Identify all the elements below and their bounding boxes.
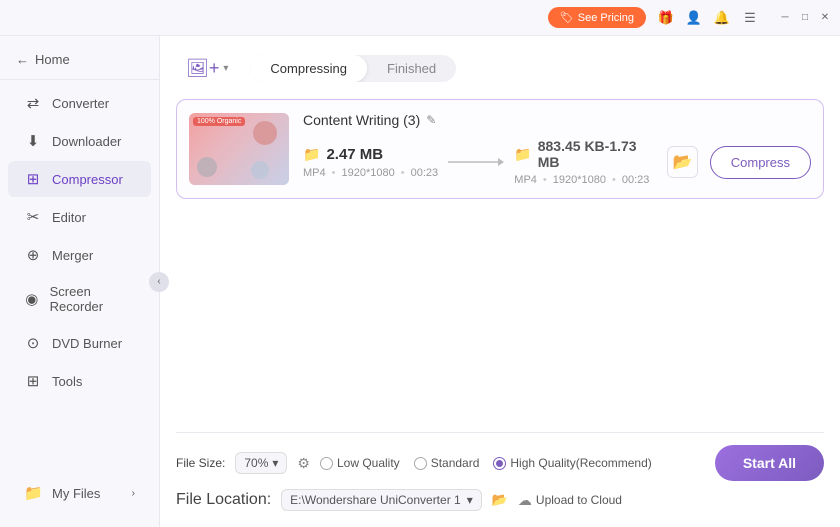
- output-size-block: 📁 883.45 KB-1.73 MB MP4 • 1920*1080 • 00…: [514, 138, 655, 186]
- output-folder-icon: 📁: [514, 146, 531, 163]
- start-all-button[interactable]: Start All: [715, 445, 824, 481]
- user-icon[interactable]: 👤: [686, 10, 702, 26]
- source-size-block: 📁 2.47 MB MP4 • 1920*1080 • 00:23: [303, 146, 438, 179]
- titlebar: 🏷 See Pricing 🎁 👤 🔔 ☰ ─ □ ✕: [0, 0, 840, 36]
- output-format: MP4: [514, 174, 537, 186]
- open-output-folder-button[interactable]: 📂: [667, 146, 698, 178]
- sidebar-collapse-button[interactable]: ‹: [149, 272, 169, 292]
- see-pricing-button[interactable]: 🏷 See Pricing: [548, 7, 646, 28]
- editor-icon: ✂: [24, 208, 42, 226]
- tools-icon: ⊞: [24, 372, 42, 390]
- tab-finished[interactable]: Finished: [367, 55, 456, 82]
- source-size: 📁 2.47 MB: [303, 146, 438, 163]
- output-duration: 00:23: [622, 174, 650, 186]
- arrow-divider: [438, 152, 514, 172]
- browse-location-icon[interactable]: 📂: [492, 492, 508, 508]
- sidebar-back-home[interactable]: ← Home: [0, 44, 159, 75]
- sidebar-item-merger[interactable]: ⊕ Merger: [8, 237, 151, 273]
- quality-options: Low Quality Standard High Quality(Recomm…: [320, 456, 652, 470]
- file-location-input[interactable]: E:\Wondershare UniConverter 1 ▾: [281, 489, 482, 511]
- sidebar-item-my-files[interactable]: 📁 My Files ›: [8, 475, 151, 511]
- content-spacer: [176, 199, 824, 432]
- source-meta: MP4 • 1920*1080 • 00:23: [303, 167, 438, 179]
- sidebar-item-downloader[interactable]: ⬇ Downloader: [8, 123, 151, 159]
- content-header: 🖼+ ▾ Compressing Finished: [176, 52, 824, 85]
- file-thumbnail: 100% Organic: [189, 113, 289, 185]
- bottom-bar: File Size: 70% ▾ ⚙ Low Quality Standard: [176, 432, 824, 511]
- bottom-row-quality: File Size: 70% ▾ ⚙ Low Quality Standard: [176, 445, 824, 481]
- file-title: Content Writing (3) ✎: [303, 112, 811, 128]
- gift-icon[interactable]: 🎁: [658, 10, 674, 26]
- compress-row: 📁 2.47 MB MP4 • 1920*1080 • 00:23: [303, 138, 811, 186]
- output-meta: MP4 • 1920*1080 • 00:23: [514, 174, 655, 186]
- radio-dot-high: [496, 460, 503, 467]
- radio-standard[interactable]: [414, 457, 427, 470]
- file-card: 100% Organic Content Writing (3) ✎ 📁: [176, 99, 824, 199]
- quality-option-high[interactable]: High Quality(Recommend): [493, 456, 651, 470]
- compress-button[interactable]: Compress: [710, 146, 811, 179]
- thumbnail-image: 100% Organic: [189, 113, 289, 185]
- add-btn-chevron: ▾: [223, 63, 228, 74]
- quality-option-low[interactable]: Low Quality: [320, 456, 400, 470]
- tab-compressing[interactable]: Compressing: [250, 55, 367, 82]
- compressor-icon: ⊞: [24, 170, 42, 188]
- sidebar-item-tools[interactable]: ⊞ Tools: [8, 363, 151, 399]
- minimize-button[interactable]: ─: [778, 11, 792, 25]
- output-resolution: 1920*1080: [553, 174, 606, 186]
- tab-switcher: Compressing Finished: [250, 55, 456, 82]
- add-icon: 🖼+: [186, 58, 219, 79]
- add-files-button[interactable]: 🖼+ ▾: [176, 52, 238, 85]
- quality-option-standard[interactable]: Standard: [414, 456, 480, 470]
- upload-cloud-button[interactable]: ☁ Upload to Cloud: [518, 492, 622, 509]
- sidebar-item-compressor[interactable]: ⊞ Compressor: [8, 161, 151, 197]
- source-resolution: 1920*1080: [341, 167, 394, 179]
- my-files-icon: 📁: [24, 484, 42, 502]
- cloud-icon: ☁: [518, 492, 532, 509]
- location-dropdown-icon: ▾: [467, 493, 473, 507]
- menu-icon[interactable]: ☰: [742, 10, 758, 26]
- thumbnail-label: 100% Organic: [193, 117, 245, 126]
- settings-icon[interactable]: ⚙: [297, 455, 310, 472]
- converter-icon: ⇄: [24, 94, 42, 112]
- folder-output-icon: 📂: [673, 152, 693, 172]
- file-location-label: File Location:: [176, 491, 271, 509]
- folder-icon: 📁: [303, 146, 320, 163]
- main-content: 🖼+ ▾ Compressing Finished 100% Organic: [160, 36, 840, 527]
- dvd-burner-icon: ⊙: [24, 334, 42, 352]
- merger-icon: ⊕: [24, 246, 42, 264]
- app-body: ← Home ⇄ Converter ⬇ Downloader ⊞ Compre…: [0, 36, 840, 527]
- file-info: Content Writing (3) ✎ 📁 2.47 MB MP4 • 1: [303, 112, 811, 186]
- restore-button[interactable]: □: [798, 11, 812, 25]
- back-icon: ←: [16, 52, 29, 67]
- sidebar-footer: 📁 My Files ›: [0, 467, 159, 519]
- close-button[interactable]: ✕: [818, 11, 832, 25]
- sidebar: ← Home ⇄ Converter ⬇ Downloader ⊞ Compre…: [0, 36, 160, 527]
- chevron-right-icon: ›: [132, 488, 135, 499]
- bottom-row-location: File Location: E:\Wondershare UniConvert…: [176, 489, 824, 511]
- file-size-select[interactable]: 70% ▾: [235, 452, 287, 474]
- sidebar-divider: [0, 79, 159, 80]
- file-size-label: File Size:: [176, 456, 225, 470]
- radio-low[interactable]: [320, 457, 333, 470]
- source-duration: 00:23: [411, 167, 439, 179]
- bell-icon[interactable]: 🔔: [714, 10, 730, 26]
- sidebar-item-editor[interactable]: ✂ Editor: [8, 199, 151, 235]
- edit-title-icon[interactable]: ✎: [426, 113, 436, 127]
- screen-recorder-icon: ◉: [24, 290, 40, 308]
- dropdown-arrow-icon: ▾: [272, 456, 278, 470]
- output-size: 📁 883.45 KB-1.73 MB: [514, 138, 655, 170]
- sidebar-item-converter[interactable]: ⇄ Converter: [8, 85, 151, 121]
- sidebar-item-dvd-burner[interactable]: ⊙ DVD Burner: [8, 325, 151, 361]
- sidebar-item-screen-recorder[interactable]: ◉ Screen Recorder: [8, 275, 151, 323]
- pricing-icon: 🏷: [560, 11, 574, 24]
- downloader-icon: ⬇: [24, 132, 42, 150]
- radio-high[interactable]: [493, 457, 506, 470]
- source-format: MP4: [303, 167, 326, 179]
